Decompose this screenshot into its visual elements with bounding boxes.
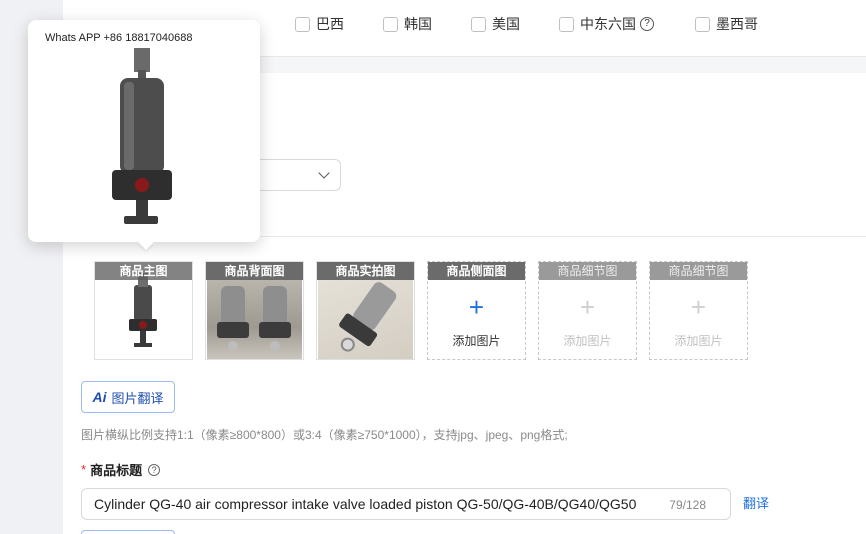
product-photo-thumbnail [318, 280, 413, 359]
checkbox[interactable] [559, 16, 574, 32]
image-preview-popover: Whats APP +86 18817040688 [28, 20, 260, 242]
plus-icon: + [690, 292, 707, 322]
product-title-label: * 商品标题 ? [81, 460, 161, 479]
product-title-value: Cylinder QG-40 air compressor intake val… [94, 496, 637, 512]
image-slot-detail-2: 商品细节图 + 添加图片 [649, 261, 748, 360]
slot-title: 商品细节图 [650, 262, 747, 280]
checkbox[interactable] [471, 16, 486, 32]
character-count: 79/128 [669, 498, 706, 512]
image-slot-back[interactable]: 商品背面图 [205, 261, 304, 360]
country-label: 美国 [492, 16, 520, 32]
product-photo-thumbnail [207, 280, 302, 359]
country-option-usa[interactable]: 美国 [471, 14, 520, 34]
add-image-label: 添加图片 [563, 334, 612, 348]
country-label: 中东六国 [580, 16, 636, 32]
image-slot-detail-1: 商品细节图 + 添加图片 [538, 261, 637, 360]
question-icon[interactable]: ? [640, 17, 654, 31]
image-translate-button[interactable]: Ai 图片翻译 [81, 381, 175, 413]
plus-icon: + [468, 292, 485, 322]
country-label: 墨西哥 [716, 16, 758, 32]
slot-title: 商品背面图 [206, 262, 303, 280]
image-slot-real[interactable]: 商品实拍图 [316, 261, 415, 360]
translate-link[interactable]: 翻译 [743, 493, 769, 512]
product-title-text: 商品标题 [90, 463, 143, 478]
question-icon[interactable]: ? [148, 463, 161, 476]
plus-icon: + [579, 292, 596, 322]
add-image-label: 添加图片 [674, 334, 723, 348]
country-option-mexico[interactable]: 墨西哥 [695, 14, 758, 34]
image-watermark: Whats APP +86 18817040688 [45, 32, 193, 44]
slot-title: 商品主图 [95, 262, 192, 280]
image-slot-side[interactable]: 商品侧面图 + 添加图片 [427, 261, 526, 360]
chevron-down-icon [318, 167, 330, 179]
checkbox[interactable] [695, 16, 710, 32]
product-title-input[interactable]: Cylinder QG-40 air compressor intake val… [81, 488, 731, 520]
image-translate-label: 图片翻译 [111, 390, 164, 406]
country-option-gcc[interactable]: 中东六国 ? [559, 14, 654, 34]
slot-title: 商品细节图 [539, 262, 636, 280]
checkbox[interactable] [295, 16, 310, 32]
checkbox[interactable] [383, 16, 398, 32]
divider [260, 236, 866, 237]
country-option-korea[interactable]: 韩国 [383, 14, 432, 34]
country-option-brazil[interactable]: 巴西 [295, 14, 344, 34]
slot-title: 商品实拍图 [317, 262, 414, 280]
country-label: 巴西 [316, 16, 344, 32]
country-label: 韩国 [404, 16, 432, 32]
image-requirements-hint: 图片横纵比例支持1:1（像素≥800*800）或3:4（像素≥750*1000）… [81, 428, 568, 442]
ai-icon: Ai [92, 389, 107, 405]
popover-arrow [138, 242, 154, 250]
product-photo-preview [112, 48, 172, 224]
slot-title: 商品侧面图 [428, 262, 525, 280]
image-slot-main[interactable]: 商品主图 [94, 261, 193, 360]
required-mark: * [81, 462, 87, 477]
add-image-label: 添加图片 [452, 334, 501, 348]
partial-button[interactable] [81, 530, 175, 534]
